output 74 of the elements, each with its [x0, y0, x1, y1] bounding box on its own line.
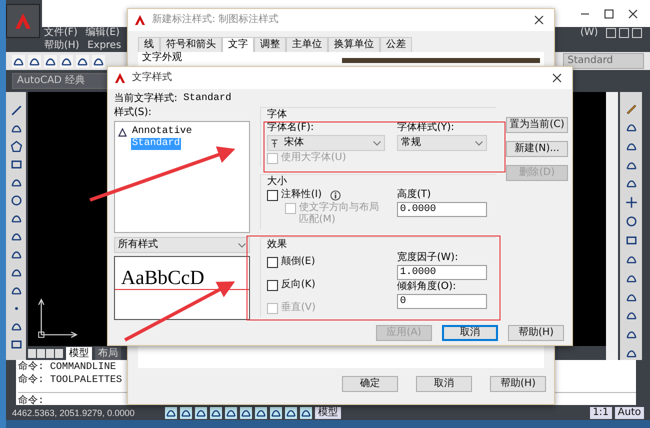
field-label: 倾斜角度(O):	[397, 281, 458, 293]
model-space-button[interactable]: 模型	[315, 406, 341, 418]
dialog-button[interactable]: 新建(N)...	[506, 141, 568, 157]
tab[interactable]: 调整	[254, 37, 286, 52]
tab[interactable]: 符号和箭头	[160, 37, 222, 52]
dialog-button[interactable]: 取消	[442, 325, 498, 341]
application-menu-button[interactable]	[6, 4, 40, 38]
polygon-icon[interactable]	[10, 140, 22, 153]
pencil-icon[interactable]	[624, 102, 638, 115]
font-name-dropdown[interactable]: 宋体	[267, 135, 385, 151]
group-label: 字体	[267, 109, 288, 121]
close-icon[interactable]	[628, 8, 638, 18]
annotation-scale-button[interactable]: 1:1	[590, 406, 612, 418]
line-icon[interactable]	[10, 104, 22, 117]
checkbox[interactable]: 反向(K)	[267, 279, 385, 291]
close-icon[interactable]	[534, 15, 544, 25]
field-label: 样式(S):	[114, 107, 153, 119]
tab[interactable]: 换算单位	[328, 37, 380, 52]
menu-item[interactable]: Expres	[87, 40, 122, 52]
maximize-icon[interactable]	[604, 8, 614, 18]
dialog-button[interactable]: 帮助(H)	[490, 376, 546, 392]
command-history-line: 命令: TOOLPALETTES	[18, 375, 122, 387]
field-label: 高度(T)	[397, 189, 432, 201]
close-icon[interactable]	[552, 73, 562, 83]
field-label: 宽度因子(W):	[397, 252, 460, 264]
coordinates-readout: 4462.5363, 2051.9279, 0.0000	[12, 406, 136, 418]
dialog-button[interactable]: 置为当前(C)	[506, 117, 568, 133]
field-label: 字体样式(Y):	[397, 122, 456, 134]
checkbox[interactable]: 注释性(I)	[267, 189, 322, 201]
info-icon	[330, 190, 341, 200]
logo	[134, 14, 146, 26]
current-style-value: Standard	[183, 93, 232, 105]
menu-item[interactable]: (W)	[580, 27, 598, 39]
menu-item[interactable]: 编辑(E)	[86, 27, 120, 39]
dialog-button[interactable]: 取消	[416, 376, 472, 392]
field-label: 字体名(F):	[267, 122, 315, 134]
layout-tab[interactable]: 模型	[66, 346, 92, 360]
group-label: 效果	[267, 239, 288, 251]
vertical-scrollbar[interactable]	[606, 92, 618, 360]
style-filter-dropdown[interactable]: 所有样式	[114, 237, 250, 253]
group-label: 文字外观	[142, 52, 182, 63]
dialog-button[interactable]: 确定	[342, 376, 398, 392]
command-input-field[interactable]: 命令:	[18, 396, 44, 408]
menu-item[interactable]: 帮助(H)	[44, 40, 80, 52]
dialog-title: 文字样式	[132, 72, 172, 84]
tab[interactable]: 线	[138, 37, 160, 52]
circle-icon[interactable]	[10, 194, 22, 207]
tab[interactable]: 主单位	[286, 37, 328, 52]
tab[interactable]: 文字	[222, 37, 254, 52]
height-input-field[interactable]: 0.0000	[397, 202, 487, 217]
width-factor-input-field[interactable]: 1.0000	[397, 265, 487, 280]
tab[interactable]: 公差	[380, 37, 412, 52]
text-style-dropdown[interactable]: Standard	[562, 53, 644, 69]
style-list-item[interactable]: Annotative	[131, 126, 194, 138]
layout-tab[interactable]: 布局	[95, 346, 121, 360]
menu-item[interactable]: 文件(F)	[44, 27, 78, 39]
checkbox[interactable]: 颠倒(E)	[267, 256, 385, 268]
tab-navigation-icon[interactable]	[28, 348, 63, 358]
workspace-dropdown[interactable]: AutoCAD 经典	[12, 73, 110, 89]
ucs-axis-icon	[36, 296, 80, 340]
style-list[interactable]: Annotative Standard	[114, 121, 250, 233]
logo	[114, 72, 126, 84]
font-type-icon	[271, 138, 278, 148]
move-icon[interactable]	[624, 196, 638, 210]
dialog-button[interactable]: 帮助(H)	[508, 325, 564, 341]
group-label: 大小	[267, 176, 288, 188]
dialog-title: 新建标注样式: 制图标注样式	[152, 14, 279, 26]
field-label: 当前文字样式:	[114, 93, 178, 105]
font-style-dropdown[interactable]: 常规	[397, 135, 487, 151]
preview-text: AaBbCcD	[121, 267, 204, 289]
oblique-angle-input-field[interactable]: 0	[397, 294, 487, 309]
command-history-line: 命令: COMMANDLINE	[18, 362, 116, 374]
rectangle-icon[interactable]	[10, 158, 22, 171]
workspace-button[interactable]: Auto	[614, 406, 644, 418]
